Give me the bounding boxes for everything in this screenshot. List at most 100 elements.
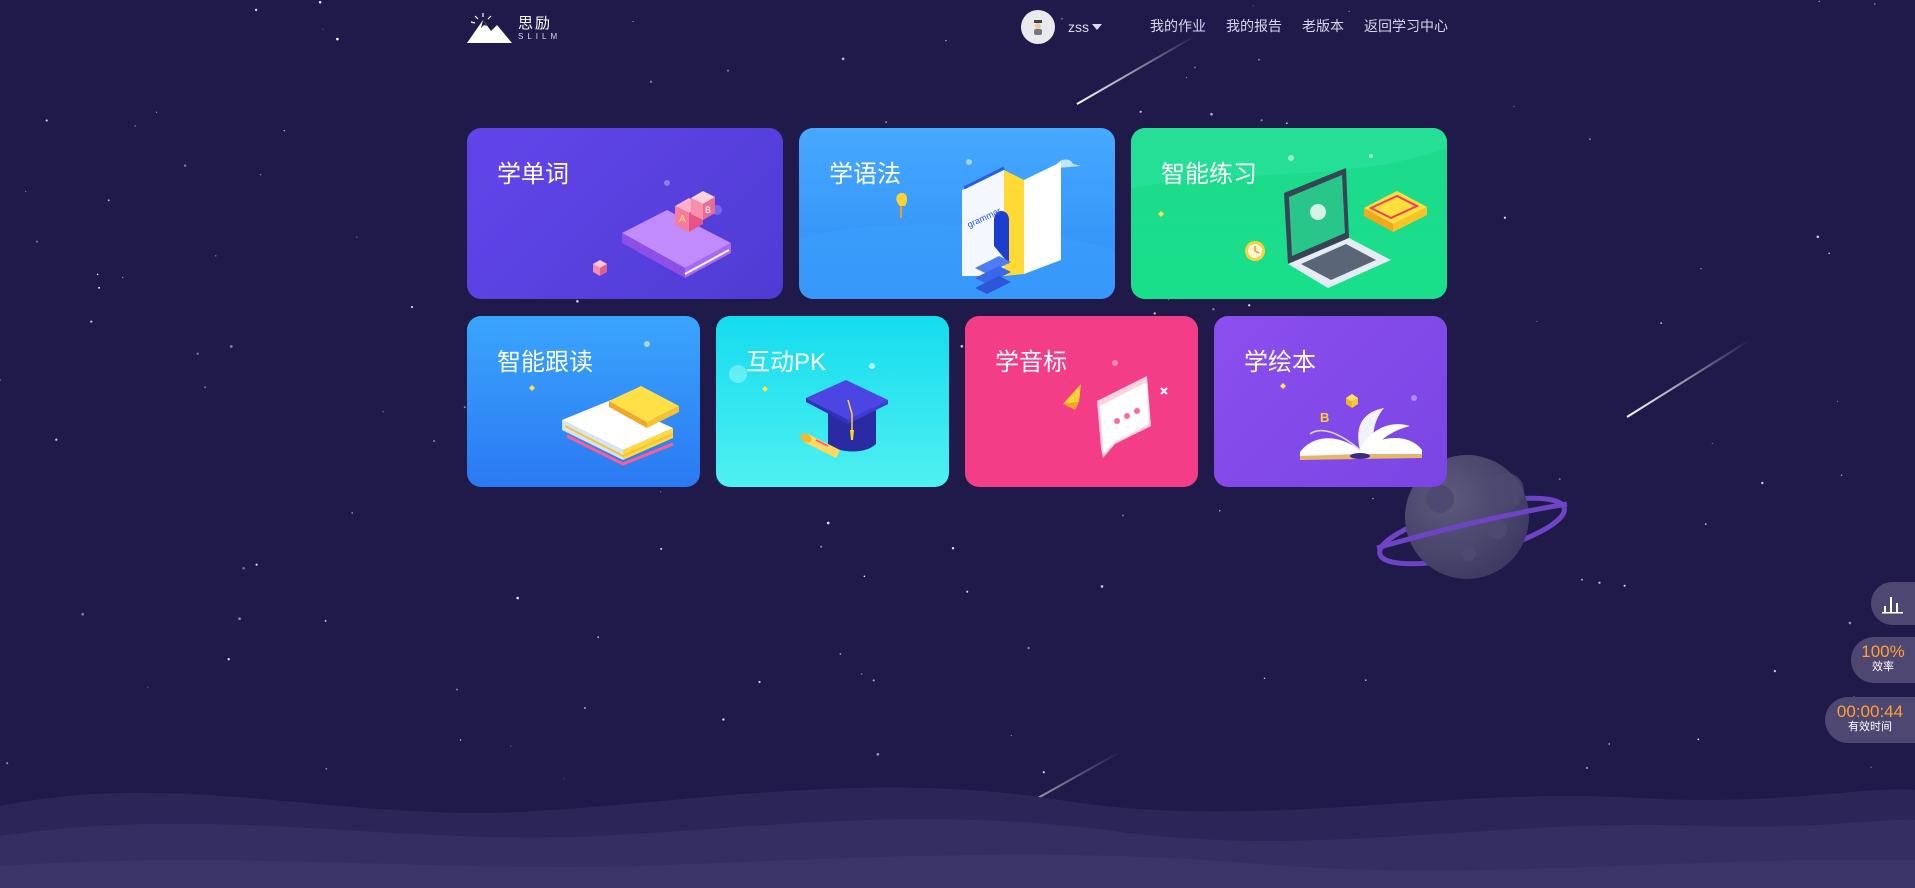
star-icon: [1840, 474, 1843, 477]
efficiency-badge[interactable]: 100% 效率: [1851, 637, 1915, 683]
logo[interactable]: 思励 SLILM: [466, 12, 561, 44]
star-icon: [597, 636, 600, 639]
star-icon: [356, 236, 358, 238]
star-icon: [876, 753, 880, 756]
nav-my-homework[interactable]: 我的作业: [1150, 16, 1206, 36]
card-learn-grammar[interactable]: grammar 学语法: [799, 128, 1115, 299]
star-icon: [229, 345, 233, 348]
star-icon: [1258, 58, 1260, 61]
star-icon: [1194, 66, 1196, 69]
user-menu[interactable]: zss: [1021, 10, 1102, 44]
chevron-down-icon[interactable]: [1092, 24, 1102, 30]
star-icon: [839, 653, 842, 655]
star-icon: [1167, 299, 1170, 301]
star-icon: [1503, 216, 1506, 219]
star-icon: [583, 706, 586, 710]
card-title: 智能练习: [1161, 161, 1257, 188]
star-icon: [96, 273, 99, 276]
card-interactive-pk[interactable]: 互动PK: [716, 316, 949, 487]
star-icon: [951, 546, 955, 550]
star-icon: [215, 255, 217, 257]
star-icon: [121, 276, 124, 279]
card-smart-practice[interactable]: 智能练习: [1131, 128, 1447, 299]
efficiency-value: 100%: [1861, 642, 1905, 661]
star-icon: [1836, 400, 1838, 402]
nav-old-version[interactable]: 老版本: [1302, 16, 1344, 36]
username[interactable]: zss: [1068, 19, 1089, 35]
star-icon: [1711, 442, 1713, 444]
nav-my-report[interactable]: 我的报告: [1226, 16, 1282, 36]
star-icon: [1122, 514, 1124, 517]
star-icon: [1697, 738, 1700, 741]
star-icon: [758, 680, 761, 684]
svg-text:B: B: [1320, 410, 1329, 425]
star-icon: [1248, 304, 1251, 307]
star-icon: [563, 778, 565, 780]
effective-time-badge[interactable]: 00:00:44 有效时间: [1825, 697, 1915, 743]
mountain-logo-icon: [467, 13, 512, 43]
avatar-figure-icon: [1034, 20, 1042, 35]
shooting-star-icon: [1626, 339, 1751, 418]
star-icon: [510, 745, 512, 747]
card-title: 智能跟读: [497, 349, 593, 376]
star-icon: [1513, 105, 1515, 108]
star-icon: [1010, 735, 1012, 737]
star-icon: [325, 767, 328, 770]
star-icon: [826, 521, 830, 525]
star-icon: [1870, 766, 1872, 769]
star-icon: [1219, 510, 1221, 512]
star-icon: [1660, 322, 1663, 324]
card-learn-phonetics[interactable]: 学音标: [965, 316, 1198, 487]
star-icon: [81, 612, 85, 616]
star-icon: [238, 617, 241, 621]
star-icon: [318, 1, 322, 4]
star-icon: [55, 438, 58, 441]
star-icon: [433, 440, 436, 443]
nav-back-to-learning-center[interactable]: 返回学习中心: [1364, 16, 1448, 36]
star-icon: [966, 590, 969, 593]
star-icon: [1100, 585, 1104, 588]
star-icon: [1589, 138, 1591, 140]
svg-text:B: B: [705, 205, 711, 215]
card-title: 互动PK: [746, 349, 827, 376]
card-title: 学音标: [995, 349, 1067, 376]
star-icon: [1848, 621, 1852, 625]
star-icon: [960, 345, 964, 348]
star-icon: [1874, 3, 1876, 5]
star-icon: [1212, 307, 1215, 311]
star-icon: [722, 718, 725, 721]
card-learn-picture-books[interactable]: B 学绘本: [1214, 316, 1447, 487]
logo-text: 思励 SLILM: [518, 16, 561, 41]
avatar[interactable]: [1021, 10, 1055, 44]
star-icon: [283, 129, 286, 132]
star-icon: [90, 320, 93, 323]
star-icon: [242, 566, 245, 570]
stats-button[interactable]: [1871, 582, 1915, 625]
star-icon: [1761, 481, 1764, 485]
star-icon: [1536, 320, 1538, 322]
star-icon: [410, 305, 414, 309]
star-icon: [1252, 5, 1254, 7]
star-icon: [322, 28, 324, 30]
star-icon: [255, 563, 258, 566]
star-icon: [1828, 252, 1831, 255]
star-icon: [147, 686, 149, 688]
card-smart-read-along[interactable]: 智能跟读: [467, 316, 700, 487]
star-icon: [382, 410, 384, 413]
star-icon: [196, 352, 199, 355]
star-icon: [1598, 581, 1601, 584]
card-learn-words[interactable]: A B 学单词: [467, 128, 783, 299]
star-icon: [254, 8, 258, 12]
star-icon: [456, 688, 458, 691]
bar-chart-icon: [1882, 596, 1903, 613]
effective-time-value: 00:00:44: [1836, 702, 1904, 721]
star-icon: [860, 673, 863, 675]
star-icon: [841, 57, 845, 61]
star-icon: [660, 547, 663, 550]
star-icon: [227, 657, 230, 661]
star-icon: [885, 121, 888, 124]
star-icon: [1364, 679, 1367, 682]
star-icon: [649, 80, 653, 83]
star-icon: [259, 173, 262, 176]
card-title: 学单词: [497, 161, 569, 188]
